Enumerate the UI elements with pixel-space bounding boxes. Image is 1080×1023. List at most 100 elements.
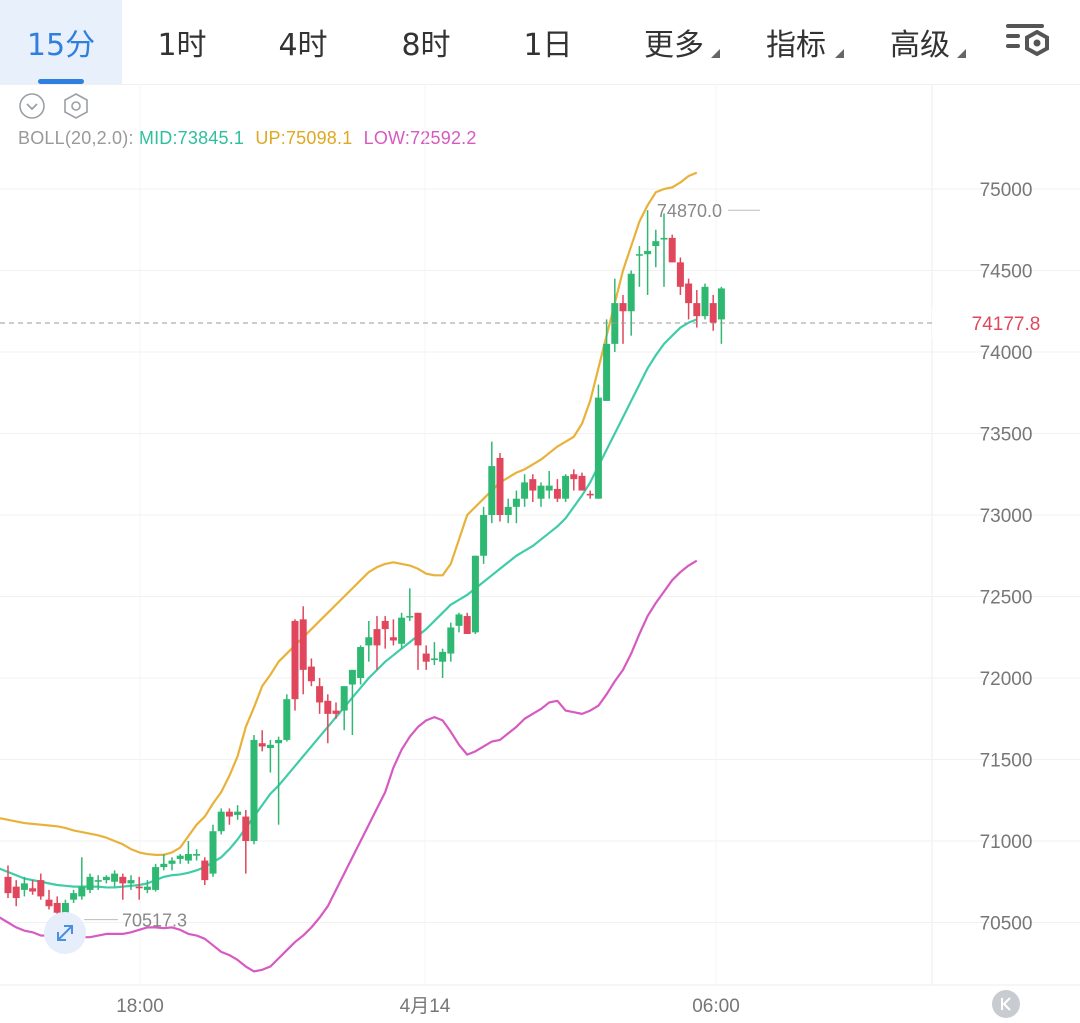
advanced-dropdown[interactable]: 高级 <box>864 0 976 84</box>
candle-body <box>94 880 102 882</box>
candle <box>29 880 37 895</box>
candle-body <box>693 303 701 317</box>
chart-settings-icon[interactable] <box>1000 18 1056 64</box>
boll-legend: BOLL(20,2.0): MID:73845.1 UP:75098.1 LOW… <box>18 128 483 149</box>
candle-body <box>578 475 586 491</box>
candle-body <box>709 303 717 323</box>
tab-1h[interactable]: 1时 <box>122 0 242 84</box>
boll-lower-line <box>0 559 698 973</box>
candle-body <box>381 620 389 630</box>
tab-8h[interactable]: 8时 <box>364 0 488 84</box>
candle-body <box>258 743 266 747</box>
indicator-dropdown[interactable]: 指标 <box>740 0 852 84</box>
boll-name: BOLL(20,2.0): <box>18 128 134 148</box>
candle-body <box>307 666 315 682</box>
candle-body <box>29 888 37 892</box>
candle <box>143 880 151 894</box>
candle <box>86 873 94 894</box>
candle <box>447 622 455 662</box>
candle-body <box>275 739 283 744</box>
more-dropdown[interactable]: 更多 <box>618 0 730 84</box>
candle <box>553 479 561 502</box>
candle-body <box>635 254 643 256</box>
candle <box>283 694 291 742</box>
candle-body <box>701 286 709 317</box>
candle-body <box>225 811 233 817</box>
candle <box>160 854 168 871</box>
y-tick-label: 74000 <box>980 343 1033 364</box>
candle <box>4 865 12 899</box>
candle-body <box>78 886 86 897</box>
candle-body <box>357 647 365 678</box>
candle-body <box>234 811 242 815</box>
candle <box>217 808 225 835</box>
candle <box>324 694 332 744</box>
candle <box>562 474 570 502</box>
advanced-label: 高级 <box>890 28 950 63</box>
chart-annotations: 74177.8 74870.0 70517.3 <box>0 201 1080 931</box>
candle-body <box>102 876 110 881</box>
candle <box>78 857 86 900</box>
candle-body <box>86 876 94 890</box>
candle <box>102 875 110 884</box>
tab-4h[interactable]: 4时 <box>242 0 364 84</box>
x-tick-label: 4月14 <box>400 996 451 1017</box>
candle <box>381 616 389 649</box>
candle <box>234 805 242 820</box>
candle <box>570 469 578 491</box>
candle <box>660 213 668 287</box>
candle-body <box>70 893 78 900</box>
candle <box>455 612 463 633</box>
candle-body <box>193 854 201 856</box>
candle-body <box>619 303 627 312</box>
candle-body <box>266 744 274 749</box>
candle <box>291 619 299 711</box>
candle <box>111 870 119 887</box>
candle <box>70 889 78 903</box>
candle-body <box>545 485 553 491</box>
candle-body <box>414 612 422 646</box>
candle-body <box>660 237 668 240</box>
candle-body <box>463 616 471 634</box>
candle-body <box>143 886 151 890</box>
candle <box>365 620 373 662</box>
candle-body <box>627 273 635 312</box>
candle-body <box>340 686 348 711</box>
tab-1h-label: 1时 <box>157 28 207 63</box>
candle <box>357 645 365 685</box>
candle <box>594 384 602 499</box>
candle <box>258 730 266 752</box>
chevron-down-circle-icon[interactable] <box>18 92 46 120</box>
candle-body <box>348 669 356 685</box>
candle-body <box>37 880 45 897</box>
candle <box>332 702 340 719</box>
candle <box>275 736 283 825</box>
candle <box>373 616 381 670</box>
candle <box>398 612 406 649</box>
candle <box>545 470 553 499</box>
hexagon-settings-icon[interactable] <box>62 92 90 120</box>
max-price-label: 74870.0 <box>657 201 722 221</box>
candle <box>644 210 652 295</box>
candle <box>693 290 701 328</box>
candle <box>389 619 397 646</box>
tab-bar-divider <box>0 84 1080 85</box>
candle <box>201 857 209 886</box>
expand-chart-button[interactable] <box>44 912 86 954</box>
candle <box>685 278 693 320</box>
indicator-label: 指标 <box>766 28 826 63</box>
more-label: 更多 <box>644 28 704 63</box>
y-tick-label: 71000 <box>980 832 1033 853</box>
candle-body <box>676 262 684 287</box>
candle <box>225 808 233 825</box>
candle-body <box>611 303 619 344</box>
x-tick-label: 06:00 <box>692 996 740 1017</box>
scroll-to-latest-button[interactable] <box>992 990 1020 1018</box>
bollinger-bands <box>0 171 698 973</box>
candle <box>611 278 619 352</box>
tab-1d[interactable]: 1日 <box>488 0 608 84</box>
candle <box>168 857 176 871</box>
tab-15min[interactable]: 15分 <box>0 0 122 84</box>
candle-body <box>594 397 602 499</box>
y-tick-label: 73000 <box>980 506 1033 527</box>
